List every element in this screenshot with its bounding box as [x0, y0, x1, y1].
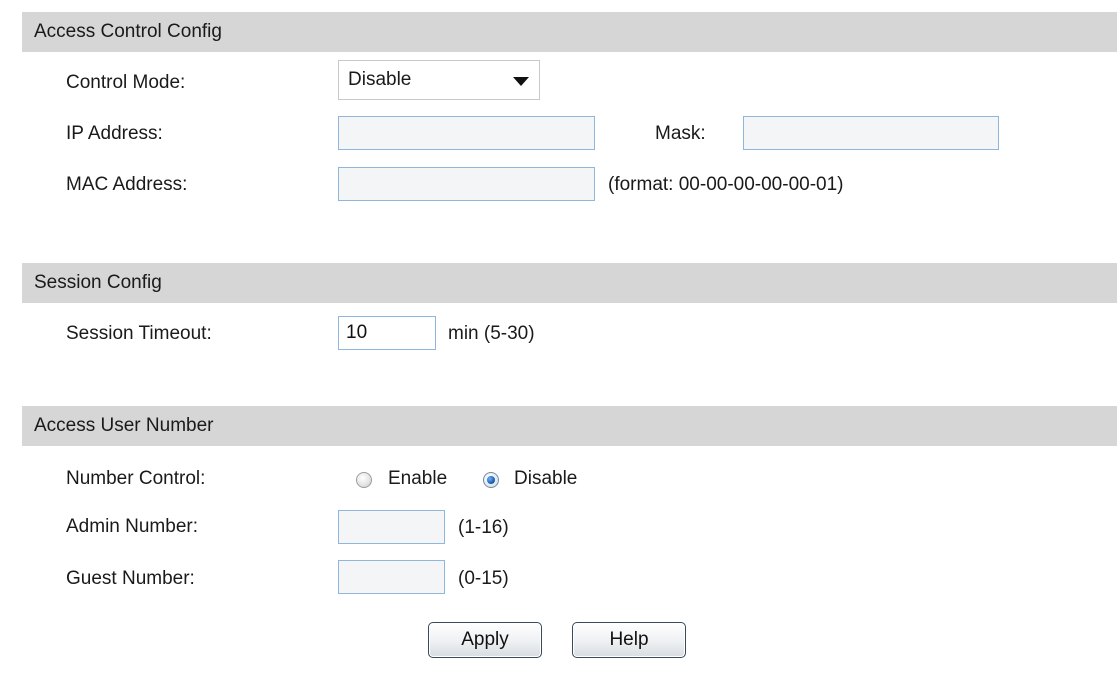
- ip-address-label: IP Address:: [66, 123, 163, 144]
- access-control-config-header: Access Control Config: [22, 12, 1117, 52]
- chevron-down-icon: [513, 77, 529, 86]
- session-timeout-label: Session Timeout:: [66, 323, 212, 344]
- control-mode-select[interactable]: Disable: [338, 60, 540, 100]
- mac-address-label: MAC Address:: [66, 174, 188, 195]
- admin-number-hint: (1-16): [458, 517, 509, 538]
- number-control-enable-radio[interactable]: [356, 472, 372, 488]
- access-user-number-header: Access User Number: [22, 406, 1117, 446]
- apply-button[interactable]: Apply: [428, 622, 542, 658]
- number-control-label: Number Control:: [66, 468, 206, 489]
- admin-number-input[interactable]: [338, 510, 445, 544]
- guest-number-input[interactable]: [338, 560, 445, 594]
- number-control-disable-radio[interactable]: [483, 472, 499, 488]
- mac-address-input[interactable]: [338, 167, 595, 201]
- mask-input[interactable]: [743, 116, 999, 150]
- admin-number-label: Admin Number:: [66, 516, 198, 537]
- session-config-header: Session Config: [22, 263, 1117, 303]
- help-button[interactable]: Help: [572, 622, 686, 658]
- ip-address-input[interactable]: [338, 116, 595, 150]
- guest-number-hint: (0-15): [458, 568, 509, 589]
- session-timeout-hint: min (5-30): [448, 323, 535, 344]
- mac-format-hint: (format: 00-00-00-00-00-01): [608, 174, 844, 195]
- number-control-disable-label: Disable: [514, 468, 578, 489]
- control-mode-label: Control Mode:: [66, 72, 186, 93]
- mask-label: Mask:: [655, 123, 706, 144]
- guest-number-label: Guest Number:: [66, 568, 195, 589]
- session-timeout-input[interactable]: [338, 316, 436, 350]
- number-control-enable-label: Enable: [388, 468, 448, 489]
- control-mode-selected-value: Disable: [348, 69, 412, 90]
